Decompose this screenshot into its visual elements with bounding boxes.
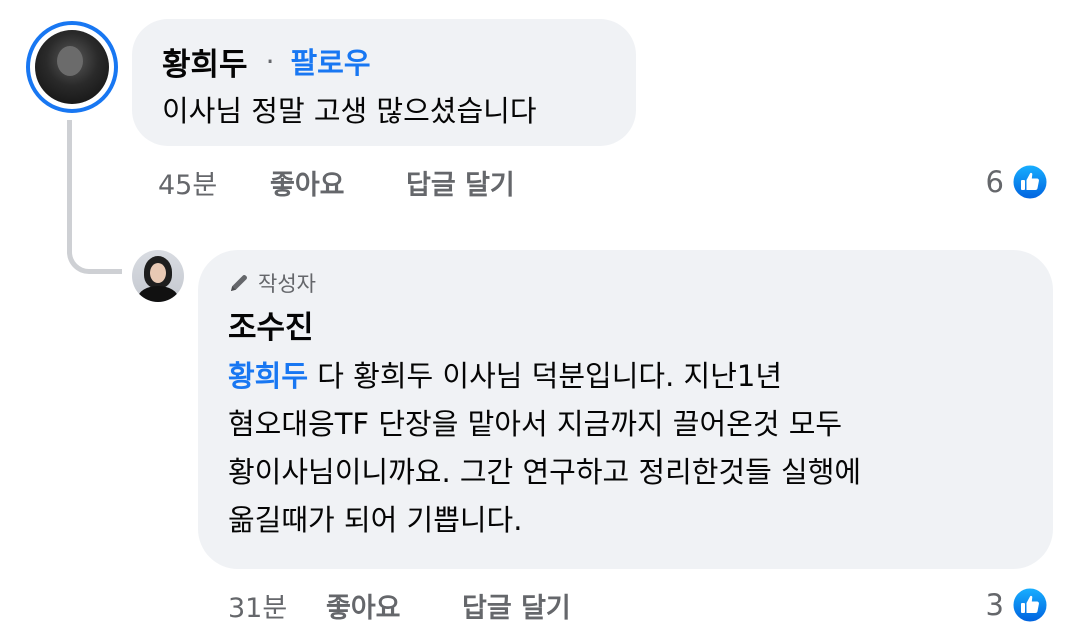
reply-author-name[interactable]: 조수진 bbox=[228, 306, 1023, 350]
author-badge: 작성자 bbox=[228, 270, 1023, 296]
comment-text: 이사님 정말 고생 많으셨습니다 bbox=[162, 94, 537, 128]
author-badge-label: 작성자 bbox=[258, 272, 316, 296]
reply-avatar[interactable] bbox=[132, 250, 184, 302]
comment-timestamp[interactable]: 45분 bbox=[158, 163, 270, 202]
avatar[interactable] bbox=[26, 21, 118, 113]
like-icon bbox=[1012, 587, 1048, 623]
reply-timestamp[interactable]: 31분 bbox=[228, 586, 326, 625]
reply-actions: 31분 좋아요 답글 달기 bbox=[228, 583, 571, 627]
mention-link[interactable]: 황희두 bbox=[228, 359, 308, 393]
reaction-summary[interactable]: 6 bbox=[986, 160, 1048, 204]
reply-like-button[interactable]: 좋아요 bbox=[326, 586, 462, 625]
comment-actions: 45분 좋아요 답글 달기 bbox=[158, 160, 515, 204]
avatar-photo bbox=[35, 30, 109, 104]
reply-text-line: 혐오대응TF 단장을 맡아서 지금까지 끌어온것 모두 bbox=[228, 407, 843, 441]
reply-reply-button[interactable]: 답글 달기 bbox=[462, 586, 571, 625]
reply-reaction-count: 3 bbox=[985, 588, 1004, 622]
separator-dot: · bbox=[265, 44, 275, 78]
like-button[interactable]: 좋아요 bbox=[270, 163, 406, 202]
comment-bubble: 황희두 · 팔로우 이사님 정말 고생 많으셨습니다 bbox=[132, 19, 636, 146]
reply-button[interactable]: 답글 달기 bbox=[406, 163, 515, 202]
thread-connector-line bbox=[67, 120, 122, 274]
comment-header: 황희두 · 팔로우 bbox=[162, 39, 606, 83]
pencil-icon bbox=[231, 275, 247, 291]
reply-text-line: 황이사님이니까요. 그간 연구하고 정리한것들 실행에 bbox=[228, 455, 862, 489]
like-icon bbox=[1012, 164, 1048, 200]
reply-bubble: 작성자 조수진 황희두 다 황희두 이사님 덕분입니다. 지난1년 혐오대응TF… bbox=[198, 250, 1053, 569]
reaction-count: 6 bbox=[985, 165, 1004, 199]
reply-text-line: 황희두 다 황희두 이사님 덕분입니다. 지난1년 bbox=[228, 359, 783, 393]
follow-button[interactable]: 팔로우 bbox=[290, 40, 370, 82]
reply-reaction-summary[interactable]: 3 bbox=[986, 583, 1048, 627]
reply-text-line: 옮길때가 되어 기쁩니다. bbox=[228, 503, 523, 537]
reply-text: 황희두 다 황희두 이사님 덕분입니다. 지난1년 혐오대응TF 단장을 맡아서… bbox=[228, 352, 1023, 544]
comment-author-name[interactable]: 황희두 bbox=[162, 39, 248, 84]
